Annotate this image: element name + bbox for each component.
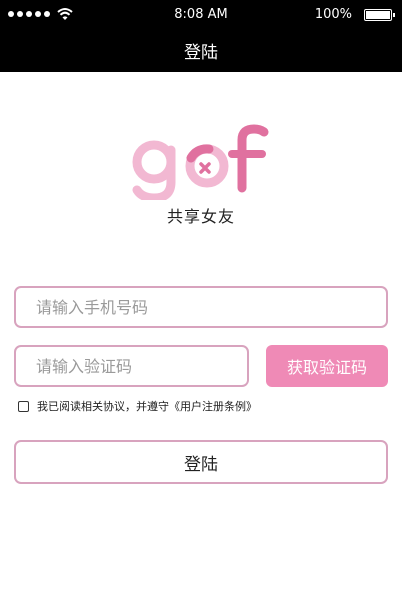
agreement-row: 我已阅读相关协议，并遵守《用户注册条例》	[18, 398, 257, 414]
battery-fill	[366, 11, 390, 19]
battery-icon	[364, 9, 395, 21]
agreement-text[interactable]: 我已阅读相关协议，并遵守《用户注册条例》	[37, 398, 257, 414]
logo-letter-g	[132, 140, 176, 200]
battery-percent: 100%	[314, 7, 352, 22]
login-button-label: 登陆	[184, 454, 218, 475]
get-code-button-label: 获取验证码	[286, 358, 367, 377]
logo-letter-f	[228, 124, 269, 193]
page-title: 登陆	[184, 43, 218, 63]
login-button[interactable]: 登陆	[14, 440, 388, 484]
logo-letter-o	[185, 144, 229, 188]
get-code-button[interactable]: 获取验证码	[266, 345, 388, 387]
gof-logo	[132, 124, 269, 200]
agreement-checkbox[interactable]	[18, 400, 29, 412]
verification-code-input[interactable]	[14, 345, 249, 387]
nav-bar: 登陆	[0, 30, 402, 72]
phone-input[interactable]	[14, 286, 388, 328]
status-bar: 8:08 AM 100%	[0, 0, 402, 30]
logo-slogan: 共享女友	[166, 207, 235, 226]
